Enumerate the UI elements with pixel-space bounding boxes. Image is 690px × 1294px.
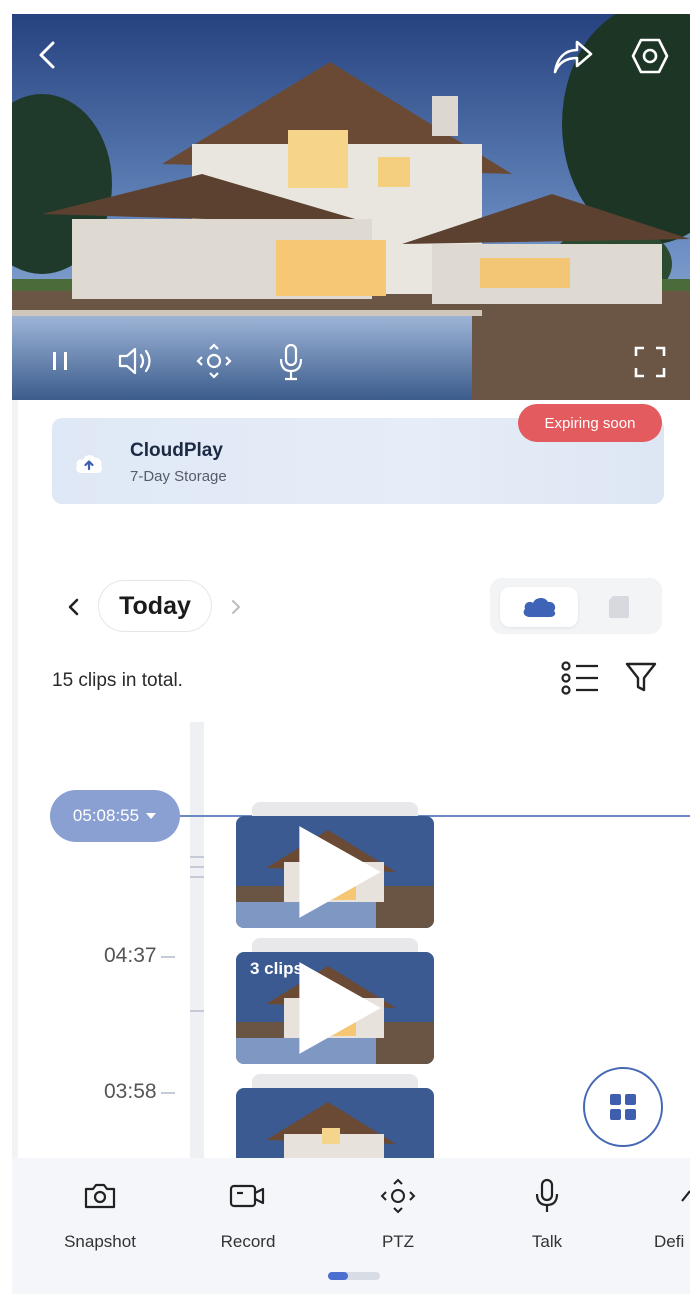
clip-thumbnail[interactable] [236,816,434,928]
timeline-track[interactable] [190,722,204,1162]
clip-stack-shadow [252,1074,418,1088]
left-rail [12,400,18,1160]
talk-label: Talk [531,1232,563,1251]
play-icon [299,826,381,918]
cloud-icon [523,597,556,617]
current-time-value: 05:08:55 [72,806,140,825]
ptz-label: PTZ [381,1232,415,1251]
back-icon[interactable] [32,38,62,72]
sd-card-icon [609,596,629,618]
current-time-indicator[interactable]: 05:08:55 [50,790,180,842]
settings-icon[interactable] [630,36,670,76]
caret-down-icon [146,813,157,819]
clip-group-thumbnail[interactable]: 3 clips [236,952,434,1064]
ptz-icon[interactable] [196,342,232,380]
record-button[interactable]: Record [188,1178,308,1252]
grid-view-button[interactable] [583,1067,663,1147]
clip-thumbnail[interactable] [236,1088,434,1158]
definition-icon [681,1190,690,1202]
volume-icon[interactable] [116,344,156,378]
sd-card-source-tab[interactable] [584,587,654,627]
mic-icon [535,1178,559,1212]
cloudplay-subtitle: 7-Day Storage [130,468,227,485]
next-day-button[interactable] [226,594,246,620]
timeline-tick [190,866,204,868]
list-view-icon[interactable] [560,660,600,696]
grid-icon [610,1094,636,1120]
chevron-right-icon [232,600,240,614]
ptz-icon [380,1178,416,1214]
snapshot-button[interactable]: Snapshot [40,1178,160,1252]
definition-button[interactable]: Defi [642,1178,690,1252]
video-record-icon [229,1184,265,1208]
clip-stack-shadow [252,938,418,952]
cloudplay-title: CloudPlay [130,440,223,461]
timeline-tick [190,856,204,858]
record-label: Record [220,1232,276,1251]
share-icon[interactable] [550,36,594,76]
ptz-button[interactable]: PTZ [338,1178,458,1252]
toolbar-page-indicator [328,1272,380,1280]
play-icon [299,962,381,1054]
clips-total-text: 15 clips in total. [52,670,183,691]
pause-icon[interactable] [46,346,74,376]
definition-label: Defi [654,1232,685,1251]
time-label: 04:37 [104,944,174,967]
live-video-view[interactable] [12,14,690,400]
fullscreen-icon[interactable] [632,344,668,380]
chevron-left-icon [68,598,79,616]
snapshot-label: Snapshot [64,1232,136,1251]
date-picker[interactable]: Today [98,580,212,632]
cloud-upload-icon [76,455,103,473]
expiring-soon-badge: Expiring soon [518,404,662,442]
previous-day-button[interactable] [62,594,86,620]
house-thumbnail-image [236,1088,434,1158]
filter-icon[interactable] [624,660,660,696]
camera-icon [84,1183,116,1209]
talk-button[interactable]: Talk [487,1178,607,1252]
clip-stack-shadow [252,802,418,816]
mic-icon[interactable] [276,342,306,382]
timeline-tick [190,1010,204,1012]
cloud-source-tab[interactable] [500,587,578,627]
timeline-tick [190,876,204,878]
time-label: 03:58 [104,1080,174,1103]
